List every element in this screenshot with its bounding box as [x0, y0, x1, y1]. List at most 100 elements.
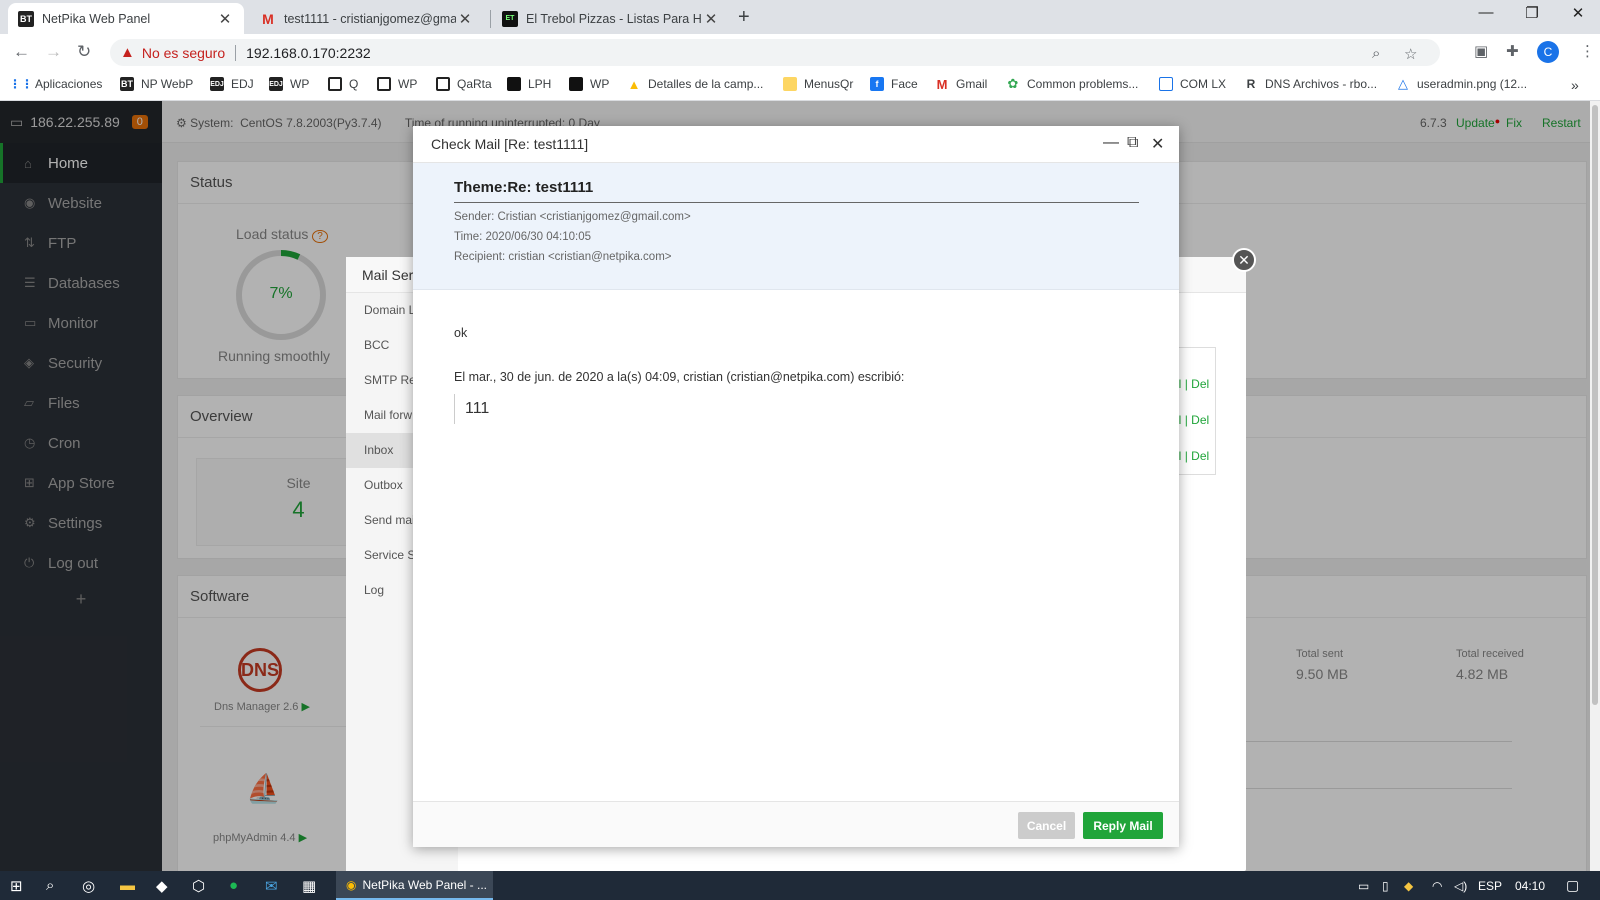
bookmark-item[interactable]: △ useradmin.png (12... — [1396, 76, 1528, 91]
bookmark-label: QaRta — [457, 77, 492, 91]
bookmark-label: Aplicaciones — [35, 77, 103, 91]
tab-el-trebol[interactable]: ET El Trebol Pizzas - Listas Para Horn ✕ — [492, 3, 730, 34]
minimize-icon[interactable]: — — [1103, 134, 1119, 152]
quote-intro: El mar., 30 de jun. de 2020 a la(s) 04:0… — [454, 370, 905, 384]
bookmark-label: MenusQr — [804, 77, 854, 91]
usb-icon[interactable]: ▯ — [1382, 879, 1389, 893]
spotify-icon[interactable]: ● — [229, 877, 238, 894]
bookmark-item[interactable]: Q — [328, 77, 358, 91]
action-separator: | — [1184, 449, 1188, 463]
bookmark-label: DNS Archivos - rbo... — [1265, 77, 1378, 91]
notification-icon[interactable]: ▭ — [1358, 879, 1369, 893]
security-icon[interactable]: ◆ — [1404, 879, 1413, 893]
mail-row-actions[interactable]: il | Del — [1176, 449, 1209, 463]
calculator-icon[interactable]: ▦ — [302, 877, 316, 895]
forward-icon[interactable]: → — [45, 42, 62, 62]
bookmark-item[interactable]: MenusQr — [783, 77, 853, 91]
check-mail-modal: Check Mail [Re: test1111] — ⧉ ✕ Theme:Re… — [413, 126, 1179, 847]
delete-link[interactable]: Del — [1191, 449, 1209, 463]
maximize-icon[interactable]: ⧉ — [1127, 134, 1138, 152]
cancel-button[interactable]: Cancel — [1018, 812, 1075, 839]
language-indicator[interactable]: ESP — [1478, 879, 1502, 893]
bookmark-item[interactable]: R DNS Archivos - rbo... — [1244, 77, 1377, 91]
bookmark-item[interactable]: LPH — [507, 77, 551, 91]
restore-icon[interactable]: ❐ — [1509, 4, 1555, 22]
taskbar-chrome-app[interactable]: ◉ NetPika Web Panel - ... — [336, 871, 493, 900]
not-secure-label[interactable]: No es seguro — [142, 45, 225, 61]
close-icon[interactable]: ✕ — [216, 10, 234, 28]
close-icon[interactable]: ✕ — [702, 10, 720, 28]
bookmark-label: Gmail — [956, 77, 988, 91]
minimize-icon[interactable]: — — [1463, 4, 1509, 21]
tab-title: El Trebol Pizzas - Listas Para Horn — [526, 11, 702, 26]
search-icon[interactable]: ⌕ — [46, 877, 54, 894]
gmail-icon: M — [936, 76, 948, 92]
url-text[interactable]: 192.168.0.170:2232 — [246, 45, 371, 61]
zoom-icon[interactable]: ⌕ — [1372, 45, 1380, 62]
back-icon[interactable]: ← — [13, 42, 30, 62]
profile-avatar[interactable]: C — [1537, 41, 1559, 63]
delete-link[interactable]: Del — [1191, 377, 1209, 391]
close-icon[interactable]: ✕ — [1151, 134, 1164, 154]
mail-row-actions[interactable]: il | Del — [1176, 413, 1209, 427]
action-center-icon[interactable]: ▢ — [1566, 877, 1579, 894]
bookmark-item[interactable]: WP — [377, 77, 417, 91]
bt-favicon-icon: BT — [18, 10, 34, 27]
apps-grid-icon: ⋮⋮ — [9, 77, 33, 91]
bookmarks-overflow-icon[interactable]: » — [1571, 77, 1579, 93]
bookmark-label: WP — [398, 77, 418, 91]
close-window-icon[interactable]: ✕ — [1555, 4, 1600, 22]
bookmark-item[interactable]: f Face — [870, 77, 918, 91]
page-scrollbar[interactable] — [1590, 101, 1600, 871]
drive-icon: △ — [1398, 76, 1408, 91]
close-icon[interactable]: ✕ — [456, 10, 474, 28]
bookmark-apps[interactable]: ⋮⋮ Aplicaciones — [9, 77, 103, 91]
reply-mail-button[interactable]: Reply Mail — [1083, 812, 1163, 839]
scrollbar-thumb[interactable] — [1592, 105, 1598, 705]
wifi-icon[interactable]: ◠ — [1432, 879, 1442, 893]
bookmark-item[interactable]: ✿ Common problems... — [1006, 76, 1139, 91]
clock[interactable]: 04:10 — [1515, 879, 1545, 893]
tab-gmail[interactable]: M test1111 - cristianjgomez@gmail ✕ — [250, 3, 484, 34]
file-explorer-icon[interactable]: ▬ — [120, 877, 135, 894]
omnibox[interactable]: ▲ No es seguro 192.168.0.170:2232 ⌕ ☆ — [110, 39, 1440, 66]
bookmark-item[interactable]: QaRta — [436, 77, 492, 91]
tab-netpika[interactable]: BT NetPika Web Panel ✕ — [8, 3, 244, 34]
bookmark-label: NP WebP — [141, 77, 194, 91]
menu-kebab-icon[interactable]: ⋮ — [1580, 42, 1595, 60]
bookmark-item[interactable]: WP — [569, 77, 609, 91]
facebook-extension-icon[interactable]: ▣ — [1474, 42, 1488, 60]
cube-icon[interactable]: ⬡ — [192, 877, 205, 895]
site-icon — [569, 77, 583, 91]
bookmark-item[interactable]: M Gmail — [935, 76, 988, 92]
windows-start-icon[interactable]: ⊞ — [10, 877, 23, 895]
new-tab-icon[interactable]: + — [738, 6, 750, 29]
bookmark-item[interactable]: EDJ EDJ — [210, 77, 254, 91]
mail-row-actions[interactable]: il | Del — [1176, 377, 1209, 391]
quoted-text: 111 — [454, 394, 1138, 424]
cortana-icon[interactable]: ◎ — [82, 877, 95, 895]
puzzle-extensions-icon[interactable]: ✚ — [1506, 42, 1519, 60]
mail-body-text: ok — [454, 326, 468, 340]
address-bar-row: ← → ↻ ▲ No es seguro 192.168.0.170:2232 … — [0, 34, 1600, 70]
tab-separator — [490, 10, 491, 28]
bookmark-label: WP — [590, 77, 610, 91]
google-ads-icon: ▲ — [627, 76, 641, 92]
app-icon[interactable]: ◆ — [156, 877, 168, 895]
mail-body: ok El mar., 30 de jun. de 2020 a la(s) 0… — [413, 290, 1179, 460]
edj-icon: EDJ — [210, 77, 224, 91]
volume-icon[interactable]: ◁) — [1454, 879, 1467, 893]
bookmark-item[interactable]: COM LX — [1159, 77, 1226, 91]
delete-link[interactable]: Del — [1191, 413, 1209, 427]
mail-server-close-icon[interactable]: ✕ — [1232, 248, 1256, 272]
star-icon[interactable]: ☆ — [1404, 45, 1417, 63]
reload-icon[interactable]: ↻ — [77, 42, 91, 62]
mail-icon[interactable]: ✉ — [265, 877, 278, 895]
bookmark-item[interactable]: BT NP WebP — [120, 77, 193, 91]
facebook-icon: f — [870, 77, 884, 91]
modal-footer: Cancel Reply Mail — [413, 801, 1179, 847]
bookmark-item[interactable]: EDJ WP — [269, 77, 309, 91]
bookmark-label: useradmin.png (12... — [1417, 77, 1528, 91]
bookmark-item[interactable]: ▲ Detalles de la camp... — [627, 76, 764, 92]
bt-icon: BT — [120, 77, 134, 91]
